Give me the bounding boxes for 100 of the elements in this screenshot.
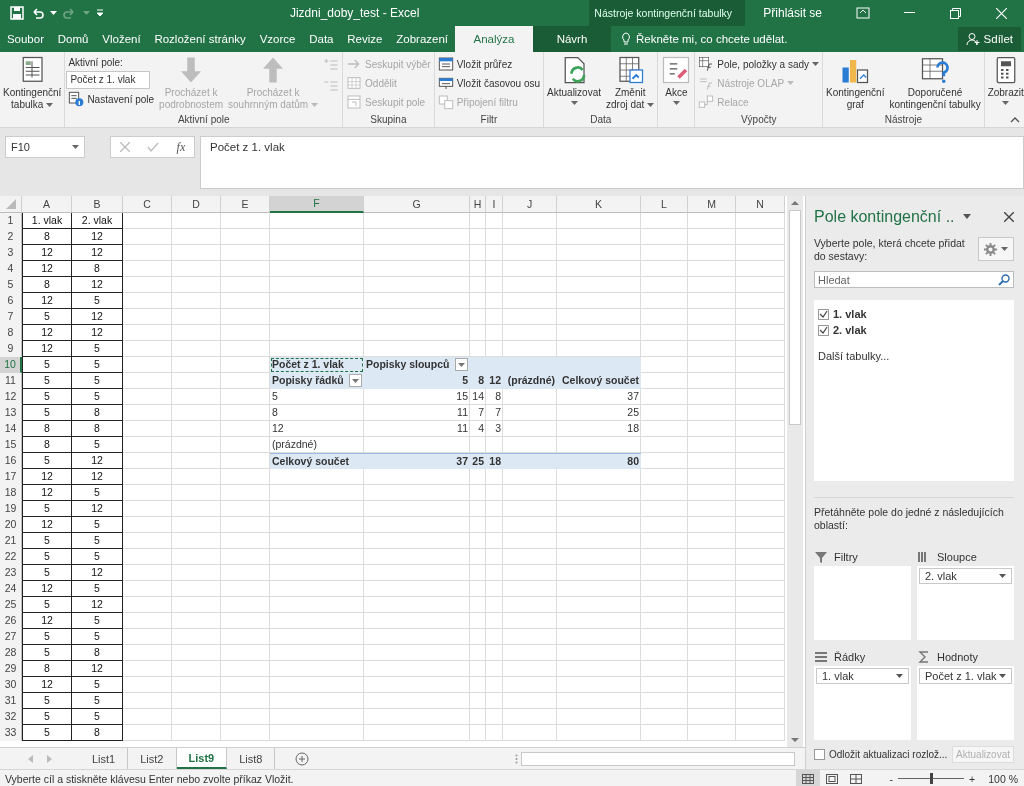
column-header[interactable]: I	[486, 196, 503, 213]
row-header[interactable]: 31	[0, 693, 22, 709]
column-header[interactable]: A	[22, 196, 72, 213]
checkbox-label[interactable]: Odložit aktualizaci rozlož...	[829, 748, 948, 760]
ribbon-display-icon[interactable]	[856, 7, 870, 19]
ribbon-tab[interactable]: Analýza	[455, 26, 533, 52]
row-header[interactable]: 20	[0, 517, 22, 533]
row-header[interactable]: 24	[0, 581, 22, 597]
row-header[interactable]: 17	[0, 469, 22, 485]
row-header[interactable]: 18	[0, 485, 22, 501]
ribbon-button[interactable]: Kontingenční tabulka	[1, 54, 64, 114]
row-header[interactable]: 30	[0, 677, 22, 693]
row-header[interactable]: 6	[0, 293, 22, 309]
more-tables-link[interactable]: Další tabulky...	[818, 350, 890, 363]
search-field[interactable]: Hledat	[814, 271, 1014, 289]
row-header[interactable]: 1	[0, 213, 22, 229]
tell-me-field[interactable]: Řekněte mi, co chcete udělat.	[636, 33, 788, 45]
column-header[interactable]: M	[688, 196, 736, 213]
page-layout-icon[interactable]	[825, 773, 838, 784]
page-break-icon[interactable]	[849, 773, 862, 784]
row-header[interactable]: 15	[0, 437, 22, 453]
add-sheet-icon[interactable]	[295, 751, 310, 766]
row-header[interactable]: 4	[0, 261, 22, 277]
row-header[interactable]: 22	[0, 549, 22, 565]
ribbon-button[interactable]: Zobrazit	[985, 54, 1024, 114]
ribbon-button[interactable]: Akce	[659, 54, 694, 114]
ribbon-button[interactable]: Změnit zdroj dat	[604, 54, 657, 114]
field-label[interactable]: 2. vlak	[833, 324, 867, 337]
row-header[interactable]: 16	[0, 453, 22, 469]
formula-input[interactable]: Počet z 1. vlak	[200, 136, 1024, 189]
row-header[interactable]: 7	[0, 309, 22, 325]
column-header[interactable]: D	[172, 196, 221, 213]
row-header[interactable]: 33	[0, 725, 22, 741]
table-cell: 12	[72, 661, 123, 677]
insert-function-button[interactable]: fx	[176, 139, 186, 155]
row-header[interactable]: 10	[0, 357, 22, 373]
collapse-ribbon-icon[interactable]	[1010, 117, 1020, 123]
checkbox[interactable]	[818, 324, 829, 336]
horizontal-scrollbar[interactable]	[521, 751, 795, 766]
pane-options-icon[interactable]	[962, 214, 971, 220]
column-header[interactable]: J	[503, 196, 557, 213]
ribbon-button[interactable]: Aktualizovat	[545, 54, 603, 114]
ribbon-button[interactable]: Vložit časovou osu	[435, 74, 543, 92]
row-header[interactable]: 5	[0, 277, 22, 293]
row-header[interactable]: 21	[0, 533, 22, 549]
column-header[interactable]: C	[123, 196, 172, 213]
ribbon-button[interactable]: Vložit průřez	[435, 55, 543, 73]
column-header[interactable]: F	[270, 196, 364, 213]
row-header[interactable]: 9	[0, 341, 22, 357]
zoom-in-button[interactable]: +	[969, 772, 976, 785]
row-header[interactable]: 26	[0, 613, 22, 629]
row-header[interactable]: 12	[0, 389, 22, 405]
filter-dropdown-button[interactable]	[349, 374, 362, 387]
vertical-scrollbar[interactable]	[787, 196, 803, 747]
customize-icon[interactable]	[96, 9, 104, 17]
save-icon[interactable]	[10, 6, 24, 20]
field-label[interactable]: 1. vlak	[833, 308, 867, 321]
row-header[interactable]: 23	[0, 565, 22, 581]
row-header[interactable]: 25	[0, 597, 22, 613]
sheet-tab[interactable]: List9	[176, 748, 228, 769]
column-header[interactable]: G	[364, 196, 470, 213]
minimize-icon[interactable]	[903, 12, 915, 14]
splitter-icon[interactable]	[515, 753, 518, 764]
row-header[interactable]: 3	[0, 245, 22, 261]
active-field-input[interactable]: Počet z 1. vlak	[66, 71, 151, 89]
ribbon-button[interactable]: Pole, položky a sady	[696, 55, 822, 73]
ribbon-button[interactable]: Kontingenční graf	[824, 54, 887, 114]
checkbox[interactable]	[818, 308, 829, 320]
checkbox[interactable]	[814, 748, 825, 760]
restore-icon[interactable]	[949, 7, 961, 19]
name-box[interactable]: F10	[5, 136, 85, 158]
column-header[interactable]: K	[557, 196, 641, 213]
ribbon-button[interactable]: Nastavení pole	[66, 90, 157, 108]
column-header[interactable]: N	[736, 196, 785, 213]
pivot-cell: 37	[364, 453, 470, 469]
lightbulb-icon[interactable]	[621, 32, 631, 46]
row-header[interactable]: 2	[0, 229, 22, 245]
row-header[interactable]: 29	[0, 661, 22, 677]
row-header[interactable]: 32	[0, 709, 22, 725]
row-header[interactable]: 8	[0, 325, 22, 341]
filter-dropdown-button[interactable]	[455, 358, 468, 371]
row-header[interactable]: 11	[0, 373, 22, 389]
column-header[interactable]: E	[221, 196, 270, 213]
ribbon-tab[interactable]: Návrh	[533, 26, 611, 52]
row-header[interactable]: 27	[0, 629, 22, 645]
normal-view-icon[interactable]	[801, 773, 814, 784]
row-header[interactable]: 19	[0, 501, 22, 517]
column-header[interactable]: B	[72, 196, 123, 213]
settings-button[interactable]	[978, 237, 1014, 262]
row-header[interactable]: 13	[0, 405, 22, 421]
undo-icon[interactable]	[30, 6, 44, 20]
close-icon[interactable]	[1004, 211, 1014, 222]
ribbon-button[interactable]: Doporučené kontingenční tabulky	[887, 54, 983, 114]
share-button[interactable]: Sdílet	[957, 27, 1021, 51]
column-header[interactable]: L	[641, 196, 688, 213]
row-header[interactable]: 28	[0, 645, 22, 661]
row-header[interactable]: 14	[0, 421, 22, 437]
sign-in-link[interactable]: Přihlásit se	[745, 6, 840, 20]
zoom-out-button[interactable]: -	[889, 772, 894, 785]
column-header[interactable]: H	[470, 196, 486, 213]
